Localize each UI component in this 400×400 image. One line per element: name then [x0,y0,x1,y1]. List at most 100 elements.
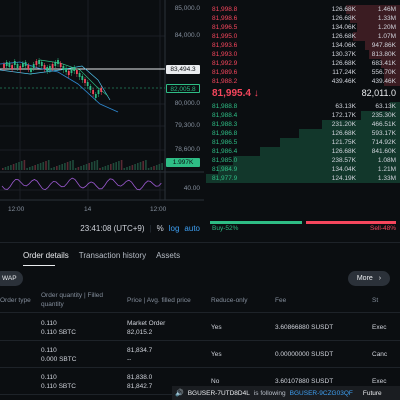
time-tick: 12:00 [8,206,25,213]
candle-body [8,63,11,67]
volume-bar [53,167,55,170]
orders-panel: Order details Transaction history Assets… [0,242,400,400]
volume-bar [31,166,34,170]
bid-row[interactable]: 81,985.0 238.57K 1.08M [206,156,400,165]
candle-body [54,62,57,66]
bid-row[interactable]: 81,988.8 63.13K 63.13K [206,102,400,111]
bid-row[interactable]: 81,986.8 126.68K 593.17K [206,129,400,138]
volume-bar [26,168,28,170]
bid-total: 63.13K [375,103,396,110]
table-row[interactable]: 0.110 0.110 SBTC Market Order 82,015.2 Y… [0,315,400,341]
bid-row[interactable]: 81,988.4 172.17K 235.30K [206,111,400,120]
mark-price-tag: 82,005.8 [166,84,200,93]
auto-toggle[interactable]: auto [184,224,200,233]
follower-name: BGUSER-7UTD8D4L [187,389,250,397]
candle-body [43,65,46,69]
ask-row[interactable]: 81,992.9 126.68K 683.41K [206,59,400,68]
price-chart[interactable]: 85,000.0 84,000.0 80,000.0 79,300.0 78,6… [0,0,204,240]
candle-body [84,79,86,83]
bid-price: 81,988.3 [212,121,238,128]
more-button[interactable]: More › [348,271,390,286]
buy-ratio-label: Buy-52% [212,225,239,232]
candle-body [67,71,70,75]
percent-toggle[interactable]: % [157,224,164,233]
candle-body [94,94,97,98]
tab-order-details[interactable]: Order details [23,251,69,260]
tab-assets[interactable]: Assets [156,251,180,260]
volume-bar [131,165,134,170]
candle-body [57,60,59,64]
ask-row[interactable]: 81,993.0 130.37K 813.80K [206,50,400,59]
bid-qty: 126.68K [331,148,356,155]
bid-row[interactable]: 81,986.4 126.68K 841.60K [206,147,400,156]
ask-price: 81,992.9 [212,60,238,67]
bid-row[interactable]: 81,988.3 231.20K 466.51K [206,120,400,129]
bid-qty: 231.20K [331,121,356,128]
ask-row[interactable]: 81,993.6 134.06K 947.86K [206,41,400,50]
table-row[interactable]: 0.110 0.000 SBTC 81,834.7 -- Yes 0.00000… [0,342,400,368]
bid-price: 81,977.9 [212,175,238,182]
indicator-line [1,177,162,191]
candle-body [32,64,35,68]
volume-bar [34,165,36,170]
ask-row[interactable]: 81,996.5 134.06K 1.20M [206,23,400,32]
notice-tail: Future [362,389,382,397]
candle-body [81,76,84,80]
ask-row[interactable]: 81,988.2 439.46K 439.46K [206,77,400,86]
candle-body [86,82,89,86]
order-price: Market Order [127,320,166,327]
candle-body [30,68,32,72]
candle-body [78,73,81,77]
filled-qty: 0.000 SBTC [41,356,77,363]
candle-body [59,63,62,67]
price-tick: 84,000.0 [174,32,200,39]
volume-bar [12,164,15,170]
ask-total: 947.86K [371,42,396,49]
bid-total: 1.08M [377,157,396,164]
indicator-level: 40.00 [183,185,200,192]
order-book-mid: 81,995.4 ↓ 82,011.0 [206,86,400,102]
sell-ratio-label: Sell-48% [369,225,396,232]
bid-row[interactable]: 81,977.9 124.19K 1.33M [206,174,400,183]
candle-body [27,65,30,69]
volume-bar [20,161,23,170]
bid-list: 81,988.8 63.13K 63.13K 81,988.4 172.17K 235.3… [206,102,400,183]
bid-price: 81,985.0 [212,157,238,164]
col-status: St [372,297,379,304]
ask-price: 81,993.0 [212,51,238,58]
volume-bar [123,168,126,170]
reduce-only-value: No [211,378,220,385]
fee-value: 3.60107880 SUSDT [275,378,334,385]
bid-qty: 172.17K [331,112,356,119]
candle-body [16,64,19,68]
bid-row[interactable]: 81,984.9 134.04K 1.21M [206,165,400,174]
volume-bar [142,161,144,170]
time-tick: 12:00 [150,206,167,213]
ask-row[interactable]: 81,995.0 126.68K 1.07M [206,32,400,41]
candle-body [40,62,43,66]
bid-total: 235.30K [371,112,396,119]
ask-row[interactable]: 81,998.6 126.68K 1.33M [206,14,400,23]
fee-value: 0.00000000 SUSDT [275,351,334,358]
ask-qty: 134.06K [331,24,356,31]
filter-chip[interactable]: WAP [0,271,23,286]
log-toggle[interactable]: log [169,224,180,233]
tab-transaction-history[interactable]: Transaction history [79,251,146,260]
bid-qty: 238.57K [331,157,356,164]
volume-bar [69,161,72,170]
ask-price: 81,998.6 [212,15,238,22]
ask-row[interactable]: 81,989.6 117.24K 556.70K [206,68,400,77]
followed-user-link[interactable]: BGUSER-9CZG03QF [290,390,353,397]
candle-body [65,68,67,72]
order-qty: 0.110 [41,347,57,354]
follow-notification[interactable]: 🔊 BGUSER-7UTD8D4L is following BGUSER-9C… [172,386,400,400]
chevron-right-icon: › [378,275,382,282]
volume-bar [15,163,18,170]
ask-row[interactable]: 81,998.8 126.68K 1.46M [206,5,400,14]
candle-body [5,62,8,66]
volume-bar [18,162,20,170]
candle-body [70,69,73,73]
volume-bar [126,167,128,170]
bid-row[interactable]: 81,986.5 121.75K 714.92K [206,138,400,147]
volume-bar [88,163,90,170]
